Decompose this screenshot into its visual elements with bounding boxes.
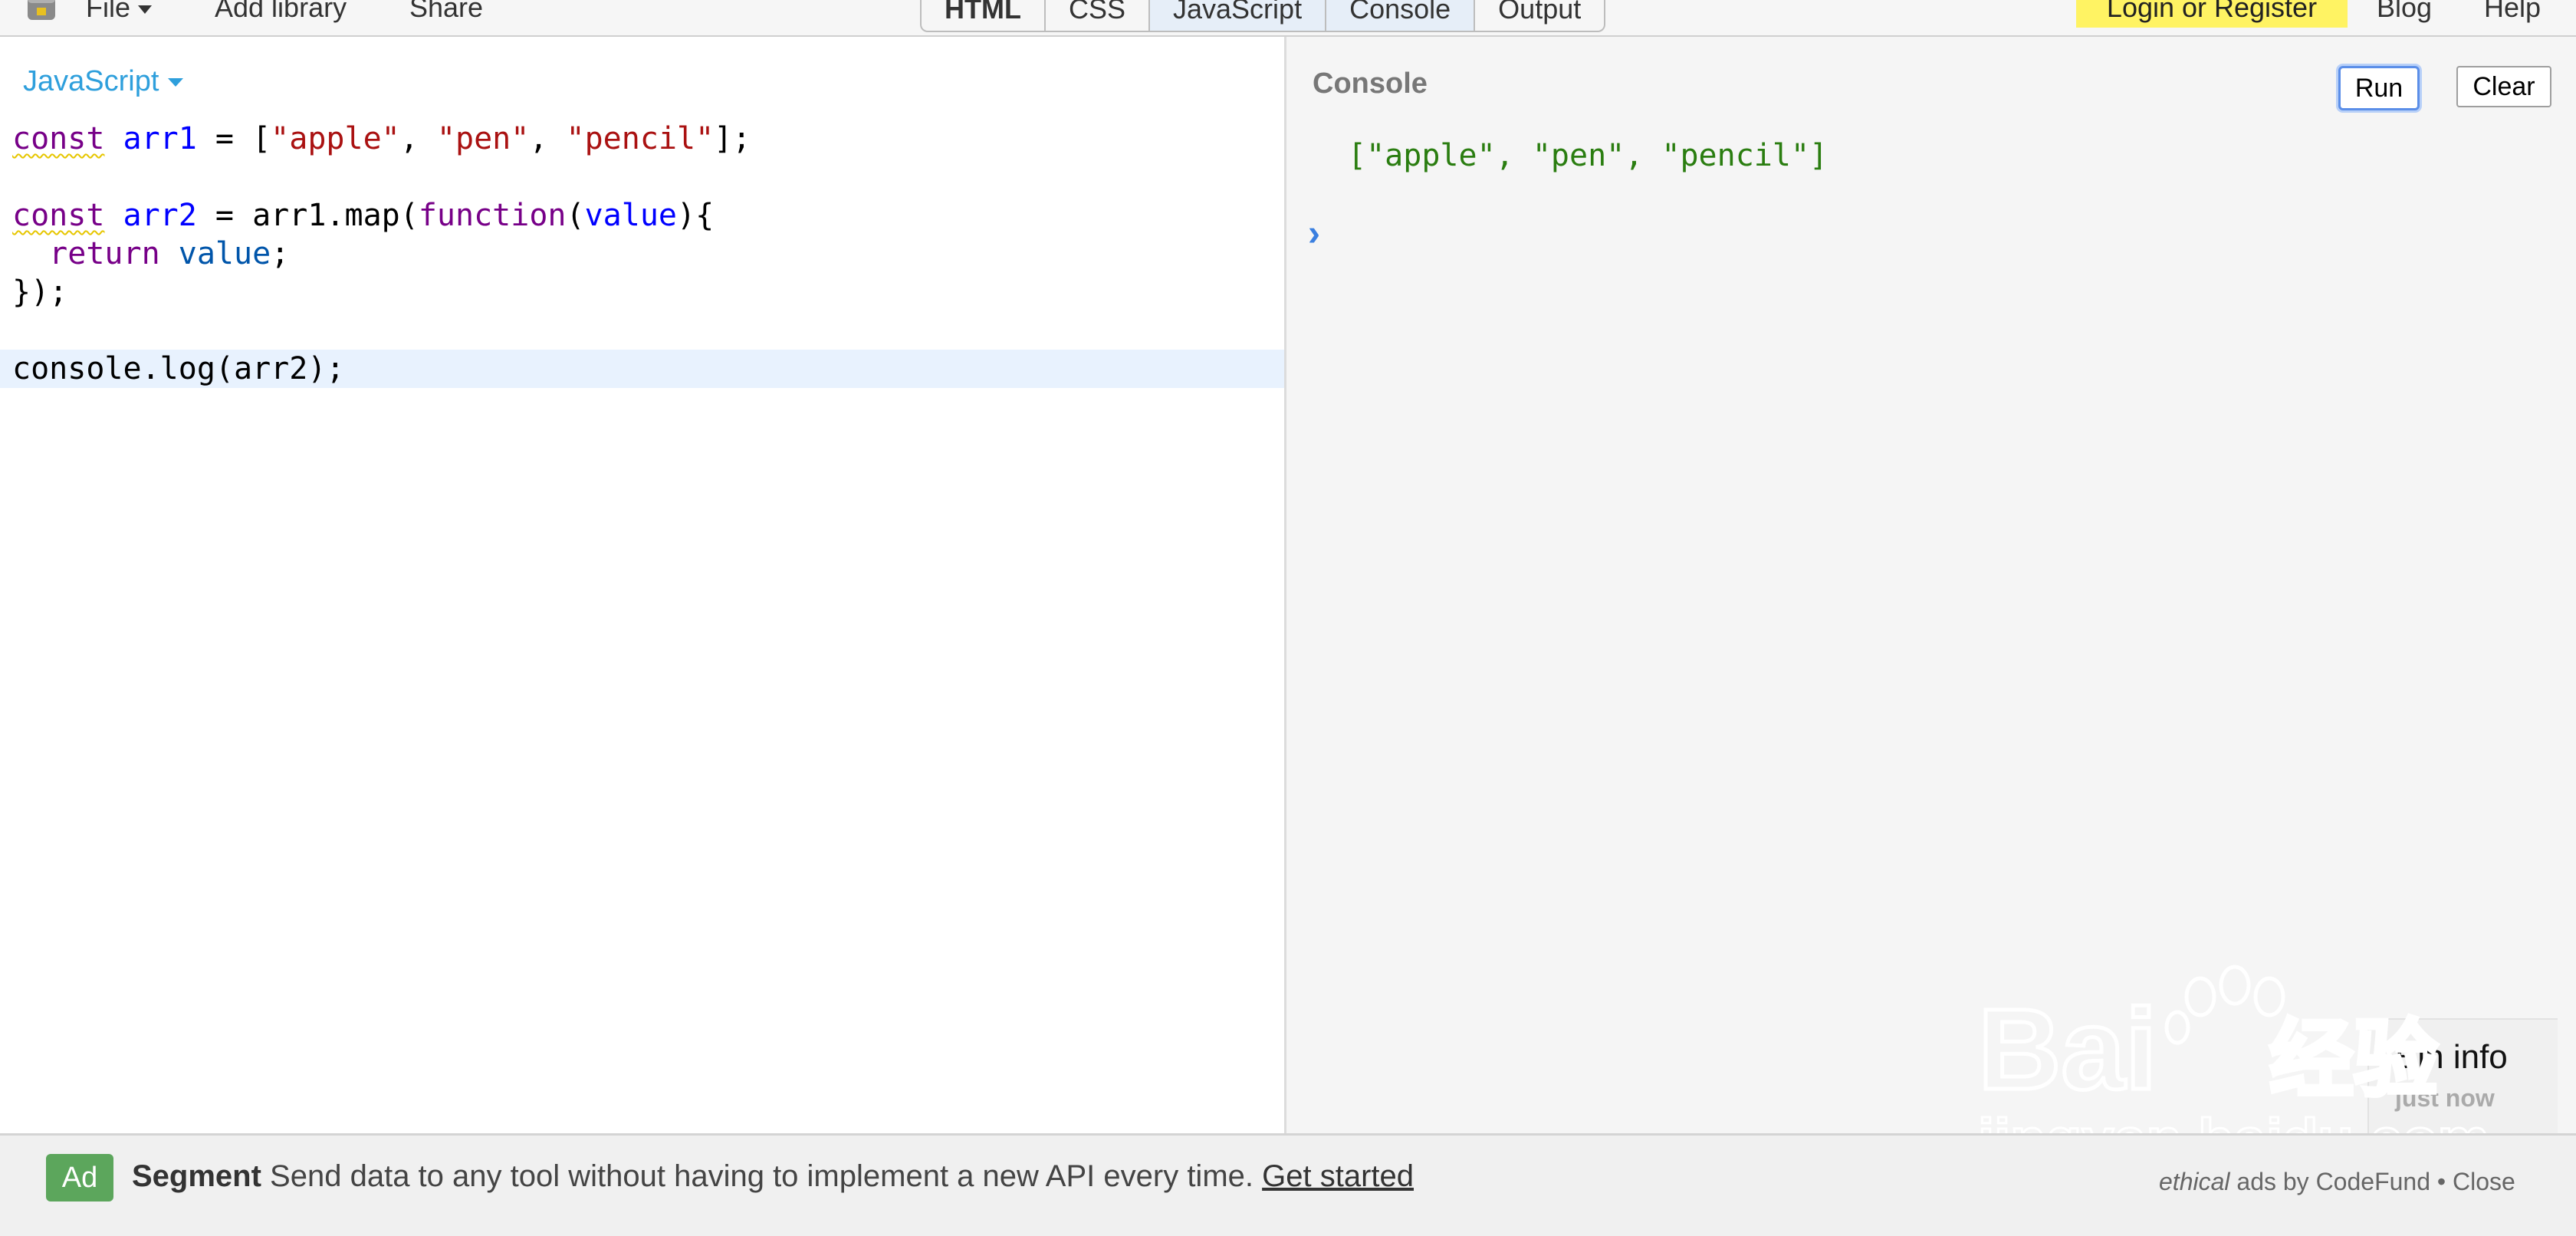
code-token: , bbox=[399, 121, 437, 156]
code-line[interactable]: return value; bbox=[0, 235, 1284, 273]
tab-output[interactable]: Output bbox=[1475, 0, 1604, 31]
ad-close-link[interactable]: Close bbox=[2453, 1168, 2515, 1195]
code-token: ; bbox=[271, 236, 290, 271]
language-label: JavaScript bbox=[23, 65, 159, 97]
code-token: value bbox=[178, 236, 271, 271]
code-line[interactable]: }); bbox=[0, 273, 1284, 311]
code-token: = [ bbox=[196, 121, 271, 156]
code-line[interactable]: const arr2 = arr1.map(function(value){ bbox=[0, 196, 1284, 235]
clear-button[interactable]: Clear bbox=[2456, 66, 2551, 107]
blog-link[interactable]: Blog bbox=[2377, 0, 2432, 25]
javascript-editor-panel: JavaScript const arr1 = ["apple", "pen",… bbox=[0, 37, 1286, 1133]
run-button[interactable]: Run bbox=[2338, 66, 2420, 110]
tab-console[interactable]: Console bbox=[1326, 0, 1476, 31]
code-token: ){ bbox=[677, 198, 715, 233]
help-link[interactable]: Help bbox=[2484, 0, 2541, 25]
bin-info-box[interactable]: Bin info just now bbox=[2367, 1018, 2558, 1133]
top-toolbar: File Add library Share HTML CSS JavaScri… bbox=[0, 0, 2576, 37]
ad-credit: ethical ads by CodeFund • Close bbox=[2159, 1166, 2515, 1197]
ad-get-started-link[interactable]: Get started bbox=[1262, 1159, 1414, 1193]
code-token: const bbox=[12, 198, 105, 233]
ad-copy: Send data to any tool without having to … bbox=[261, 1159, 1263, 1193]
code-token: function bbox=[418, 198, 567, 233]
code-token: "pencil" bbox=[566, 121, 715, 156]
code-token: arr2 bbox=[123, 198, 197, 233]
share-button[interactable]: Share bbox=[409, 0, 483, 25]
code-token: "apple" bbox=[271, 121, 400, 156]
bin-info-time: just now bbox=[2395, 1084, 2495, 1112]
code-token: value bbox=[584, 198, 677, 233]
tab-javascript[interactable]: JavaScript bbox=[1150, 0, 1327, 31]
add-library-button[interactable]: Add library bbox=[215, 0, 347, 25]
code-line[interactable] bbox=[0, 311, 1284, 350]
tab-css[interactable]: CSS bbox=[1046, 0, 1150, 31]
tab-html[interactable]: HTML bbox=[922, 0, 1046, 31]
code-token: console.log(arr2); bbox=[12, 351, 345, 386]
code-token: = arr1.map( bbox=[196, 198, 419, 233]
code-token: return bbox=[49, 236, 160, 271]
chevron-down-icon bbox=[168, 78, 184, 87]
chevron-down-icon bbox=[138, 5, 153, 14]
console-prompt-icon[interactable]: › bbox=[1308, 215, 1320, 253]
ad-credit-text[interactable]: ads by CodeFund • bbox=[2230, 1168, 2453, 1195]
panel-tabs: HTML CSS JavaScript Console Output bbox=[920, 0, 1606, 32]
ad-brand: Segment bbox=[132, 1159, 261, 1193]
code-line[interactable] bbox=[0, 158, 1284, 196]
code-area[interactable]: const arr1 = ["apple", "pen", "pencil"];… bbox=[0, 120, 1284, 388]
code-token: ]; bbox=[714, 121, 751, 156]
console-output-line: ["apple", "pen", "pencil"] bbox=[1348, 138, 1829, 173]
code-token: }); bbox=[12, 274, 68, 310]
code-line[interactable]: console.log(arr2); bbox=[0, 350, 1284, 388]
code-token: ( bbox=[566, 198, 585, 233]
ad-badge: Ad bbox=[46, 1154, 113, 1201]
code-token: "pen" bbox=[436, 121, 530, 156]
bin-info-title: Bin info bbox=[2395, 1038, 2508, 1076]
code-token: , bbox=[529, 121, 567, 156]
file-menu[interactable]: File bbox=[86, 0, 153, 25]
ad-message[interactable]: Segment Send data to any tool without ha… bbox=[132, 1157, 1414, 1195]
file-menu-label: File bbox=[86, 0, 131, 23]
console-panel: Console Run Clear ["apple", "pen", "penc… bbox=[1286, 37, 2576, 1133]
code-token: const bbox=[12, 121, 105, 156]
ad-bar: Ad Segment Send data to any tool without… bbox=[0, 1133, 2576, 1236]
language-selector[interactable]: JavaScript bbox=[23, 64, 184, 98]
login-register-button[interactable]: Login or Register bbox=[2076, 0, 2348, 28]
jsbin-logo-icon[interactable] bbox=[23, 0, 60, 25]
code-token: arr1 bbox=[123, 121, 197, 156]
console-title: Console bbox=[1313, 67, 1428, 100]
ad-credit-ethical[interactable]: ethical bbox=[2159, 1168, 2230, 1195]
code-line[interactable]: const arr1 = ["apple", "pen", "pencil"]; bbox=[0, 120, 1284, 158]
